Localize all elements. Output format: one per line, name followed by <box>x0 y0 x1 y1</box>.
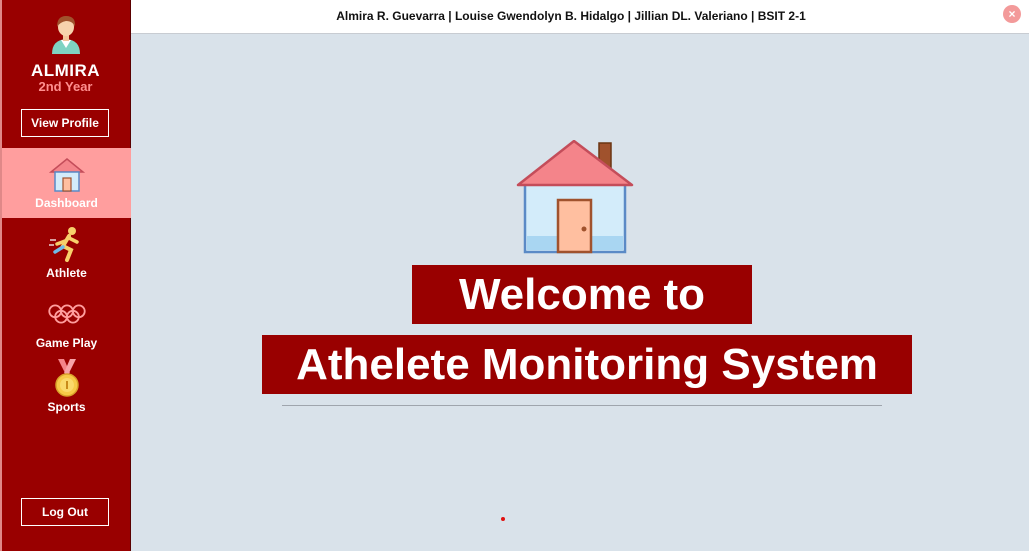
user-avatar-icon <box>52 16 80 54</box>
sidebar-item-sports[interactable]: Sports <box>2 358 131 428</box>
sidebar: ALMIRA 2nd Year View Profile Dashboard A… <box>0 0 131 551</box>
sidebar-item-label: Game Play <box>35 336 98 350</box>
welcome-heading: Welcome to <box>412 265 752 324</box>
house-icon <box>47 154 87 194</box>
medal-icon <box>47 358 87 398</box>
view-profile-button[interactable]: View Profile <box>21 109 109 137</box>
logout-button[interactable]: Log Out <box>21 498 109 526</box>
sidebar-item-game-play[interactable]: Game Play <box>2 288 131 358</box>
house-illustration-icon <box>516 140 634 254</box>
user-year: 2nd Year <box>38 79 93 94</box>
sidebar-item-label: Dashboard <box>35 196 98 210</box>
runner-icon <box>47 224 87 264</box>
sidebar-item-dashboard[interactable]: Dashboard <box>2 148 131 218</box>
sidebar-item-label: Sports <box>47 400 86 414</box>
red-dot <box>501 517 505 521</box>
title-bar: Almira R. Guevarra | Louise Gwendolyn B.… <box>131 0 1029 34</box>
user-name: ALMIRA <box>30 61 101 80</box>
system-name-heading: Athelete Monitoring System <box>262 335 912 394</box>
window-title: Almira R. Guevarra | Louise Gwendolyn B.… <box>336 9 806 23</box>
sidebar-item-athlete[interactable]: Athlete <box>2 218 131 288</box>
sidebar-item-label: Athlete <box>46 266 87 280</box>
olympic-rings-icon <box>47 294 87 334</box>
divider <box>282 405 882 406</box>
close-button[interactable]: × <box>1003 5 1021 23</box>
